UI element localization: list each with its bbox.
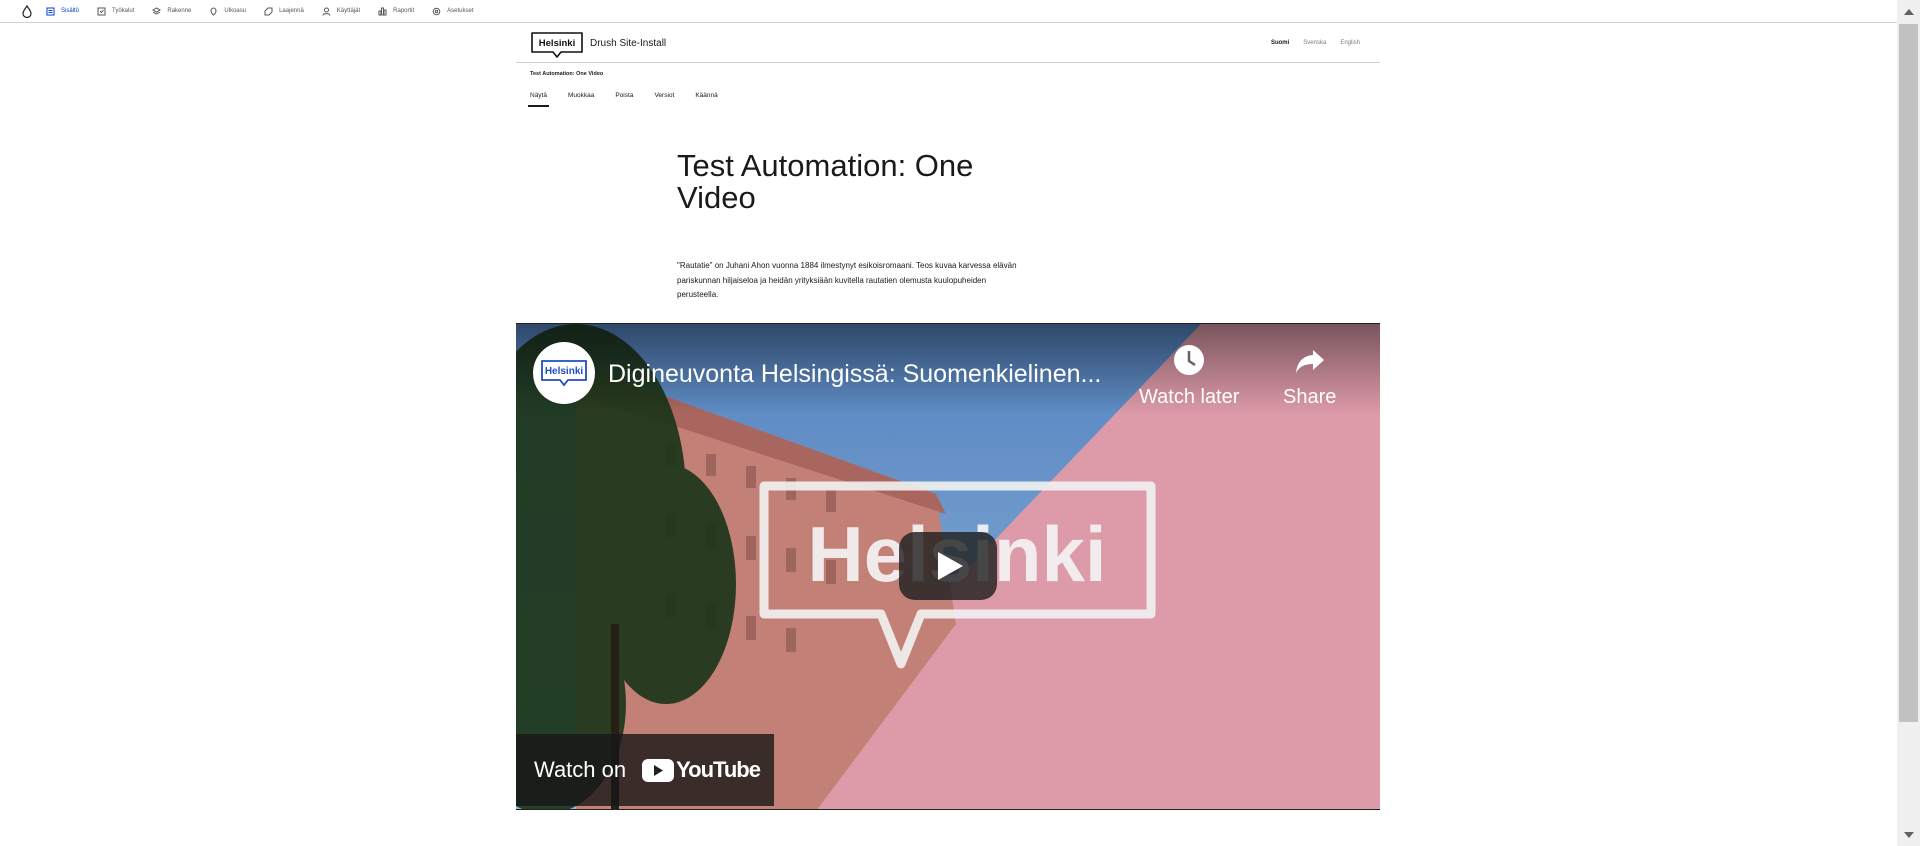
language-switcher: Suomi Svenska English xyxy=(1271,40,1360,46)
admin-toolbar: Sisältö Työkalut Rakenne Ulkoasu Laajenn… xyxy=(0,0,1920,23)
toolbar-item-people[interactable]: Käyttäjät xyxy=(322,7,360,16)
youtube-play-icon xyxy=(642,758,675,782)
clock-icon xyxy=(1171,342,1207,378)
scrollbar-thumb[interactable] xyxy=(1899,24,1918,722)
tab-view[interactable]: Näytä xyxy=(528,90,549,107)
helsinki-logo[interactable]: Helsinki xyxy=(530,31,584,59)
scroll-up-arrow-icon[interactable] xyxy=(1897,3,1920,20)
config-icon xyxy=(432,7,441,16)
toolbar-item-label: Käyttäjät xyxy=(336,8,361,14)
tools-icon xyxy=(97,7,106,16)
toolbar-item-reports[interactable]: Raportit xyxy=(378,7,414,16)
toolbar-item-label: Työkalut xyxy=(112,8,135,14)
content-icon xyxy=(46,7,55,16)
toolbar-item-label: Ulkoasu xyxy=(224,8,247,14)
share-label: Share xyxy=(1283,386,1337,408)
toolbar-item-label: Asetukset xyxy=(447,8,474,14)
video-title[interactable]: Digineuvonta Helsingissä: Suomenkielinen… xyxy=(608,360,1128,389)
video-embed[interactable]: Helsinki Helsinki Digineuvonta Helsingis… xyxy=(516,323,1380,810)
watch-later-button[interactable]: Watch later xyxy=(1139,342,1239,409)
channel-logo-text: Helsinki xyxy=(545,366,584,377)
youtube-logo: YouTube xyxy=(642,757,761,783)
toolbar-item-label: Sisältö xyxy=(61,8,80,14)
toolbar-item-label: Laajennä xyxy=(279,8,304,14)
channel-avatar[interactable]: Helsinki xyxy=(533,342,595,404)
watch-on-label: Watch on xyxy=(534,757,627,782)
play-icon xyxy=(899,532,997,600)
toolbar-item-label: Raportit xyxy=(393,8,415,14)
site-name[interactable]: Drush Site-Install xyxy=(590,38,666,49)
tab-revisions[interactable]: Versiot xyxy=(652,90,676,107)
local-tasks: Näytä Muokkaa Poista Versiot Käännä xyxy=(528,90,720,107)
appearance-icon xyxy=(209,6,218,16)
page-title: Test Automation: One Video xyxy=(677,148,974,215)
toolbar-item-extend[interactable]: Laajennä xyxy=(264,7,304,16)
language-en[interactable]: English xyxy=(1340,40,1360,46)
share-icon xyxy=(1292,342,1328,378)
page-label: Test Automation: One Video xyxy=(530,71,604,77)
tab-delete[interactable]: Poista xyxy=(613,90,635,107)
toolbar-item-config[interactable]: Asetukset xyxy=(432,7,474,16)
structure-icon xyxy=(152,6,162,16)
drupal-drop-icon[interactable] xyxy=(20,4,34,18)
page-scrollbar[interactable] xyxy=(1897,0,1920,846)
tab-edit[interactable]: Muokkaa xyxy=(566,90,596,107)
language-fi[interactable]: Suomi xyxy=(1271,40,1289,46)
toolbar-item-label: Rakenne xyxy=(167,8,192,14)
youtube-wordmark: YouTube xyxy=(676,757,761,782)
extend-icon xyxy=(264,7,273,16)
toolbar-item-structure[interactable]: Rakenne xyxy=(152,6,192,16)
toolbar-item-tools[interactable]: Työkalut xyxy=(97,7,134,16)
logo-text: Helsinki xyxy=(539,38,575,49)
scroll-down-arrow-icon[interactable] xyxy=(1897,826,1920,843)
tab-translate[interactable]: Käännä xyxy=(693,90,719,107)
watch-later-label: Watch later xyxy=(1139,386,1240,408)
watch-on-youtube-button[interactable]: Watch on YouTube xyxy=(516,734,774,806)
language-sv[interactable]: Svenska xyxy=(1303,40,1326,46)
site-header: Helsinki Drush Site-Install Suomi Svensk… xyxy=(516,23,1380,63)
reports-icon xyxy=(378,7,387,16)
lead-paragraph: "Rautatie" on Juhani Ahon vuonna 1884 il… xyxy=(677,261,1017,299)
people-icon xyxy=(322,7,331,16)
play-button[interactable] xyxy=(899,532,997,600)
share-button[interactable]: Share xyxy=(1283,342,1336,409)
toolbar-item-content[interactable]: Sisältö xyxy=(46,7,79,16)
toolbar-item-appearance[interactable]: Ulkoasu xyxy=(209,6,247,16)
